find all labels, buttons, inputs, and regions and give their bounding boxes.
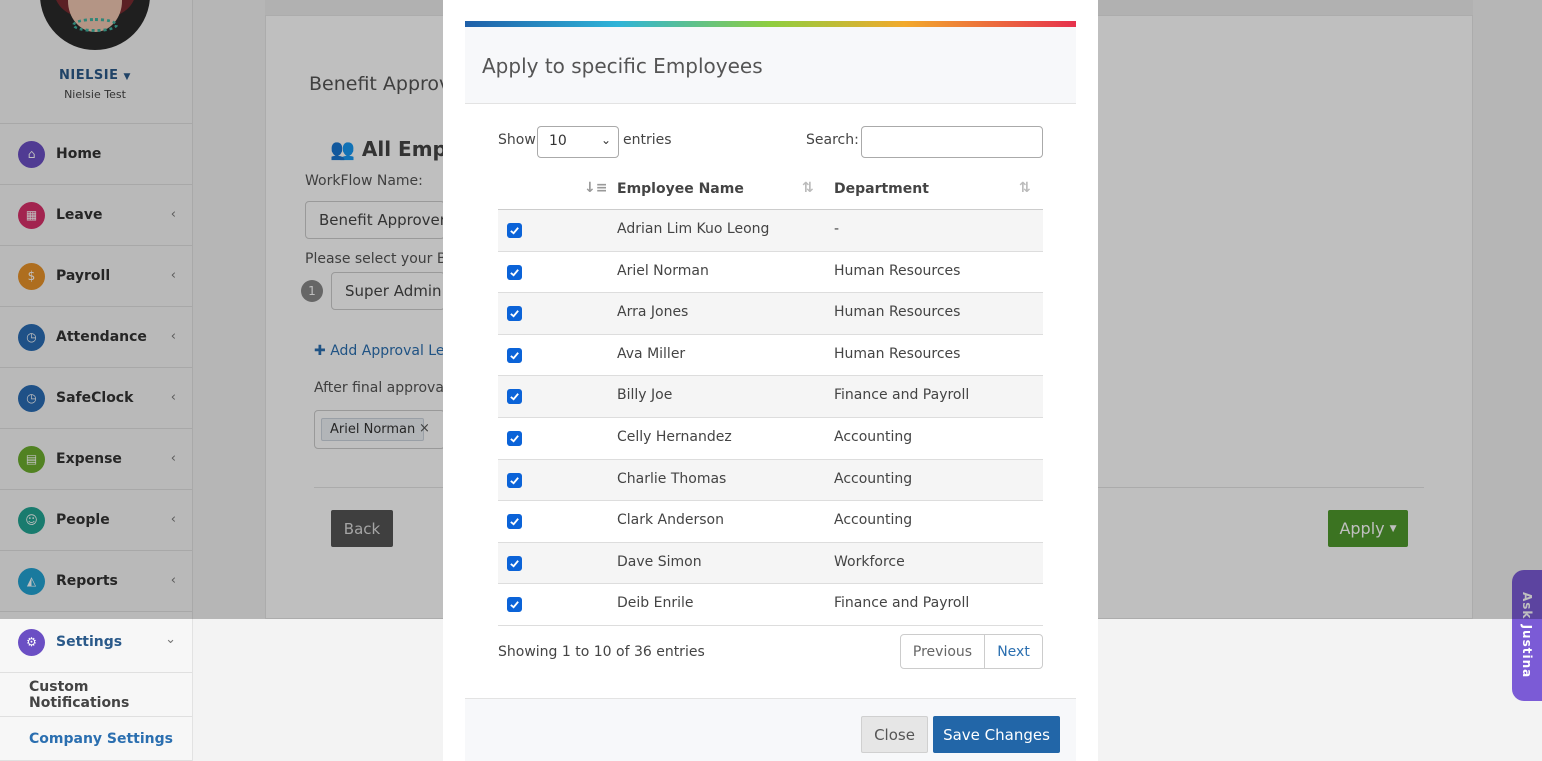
table-row[interactable]: Arra Jones Human Resources (498, 293, 1043, 335)
sidebar-item-settings[interactable]: ⚙ Settings ⌄ (0, 612, 192, 673)
department-cell: Human Resources (834, 262, 961, 279)
checkmark-icon (510, 559, 519, 568)
sidebar-subitem-custom-notifications[interactable]: Custom Notifications (0, 673, 192, 717)
row-checkbox[interactable] (507, 389, 522, 405)
entries-label: entries (623, 132, 672, 148)
pagination: Previous Next (900, 634, 1043, 669)
employee-name-cell: Clark Anderson (617, 512, 724, 529)
department-cell: Human Resources (834, 304, 961, 321)
sidebar-item-label: Settings (56, 634, 123, 650)
next-page-button[interactable]: Next (985, 635, 1042, 668)
row-checkbox[interactable] (507, 223, 522, 238)
table-row[interactable]: Ariel Norman Human Resources (498, 252, 1043, 294)
sort-asc-icon[interactable]: ↓≡ (584, 180, 607, 196)
employee-name-cell: Charlie Thomas (617, 470, 727, 487)
table-row[interactable]: Celly Hernandez Accounting (498, 418, 1043, 460)
row-checkbox[interactable] (507, 514, 522, 530)
previous-page-button[interactable]: Previous (901, 635, 985, 668)
column-header-employee-name[interactable]: Employee Name (617, 181, 744, 197)
column-header-department[interactable]: Department (834, 181, 929, 197)
modal-footer: Close Save Changes (465, 698, 1076, 761)
employee-name-cell: Celly Hernandez (617, 428, 732, 445)
table-row[interactable]: Deib Enrile Finance and Payroll (498, 584, 1043, 626)
row-checkbox[interactable] (507, 306, 522, 322)
department-cell: Finance and Payroll (834, 595, 970, 612)
close-button[interactable]: Close (861, 716, 928, 753)
sidebar-subitem-company-settings[interactable]: Company Settings (0, 717, 192, 761)
checkmark-icon (510, 227, 519, 235)
row-checkbox[interactable] (507, 555, 522, 571)
table-row[interactable]: Ava Miller Human Resources (498, 335, 1043, 377)
employee-name-cell: Dave Simon (617, 553, 702, 570)
row-checkbox[interactable] (507, 430, 522, 446)
table-header: ↓≡ Employee Name ⇅ Department ⇅ (498, 170, 1043, 210)
table-row[interactable]: Charlie Thomas Accounting (498, 459, 1043, 502)
chevron-down-icon: ⌄ (600, 133, 611, 147)
table-row[interactable]: Adrian Lim Kuo Leong - (498, 210, 1043, 252)
checkmark-icon (510, 601, 519, 609)
table-row[interactable]: Dave Simon Workforce (498, 542, 1043, 585)
employee-name-cell: Ariel Norman (617, 262, 709, 279)
search-input[interactable] (861, 126, 1043, 158)
employee-name-cell: Adrian Lim Kuo Leong (617, 221, 770, 237)
department-cell: Human Resources (834, 345, 961, 362)
entries-select[interactable]: 10 ⌄ (537, 126, 619, 158)
employee-name-cell: Arra Jones (617, 304, 689, 321)
department-cell: Workforce (834, 553, 905, 570)
department-cell: Accounting (834, 470, 913, 487)
row-checkbox[interactable] (507, 472, 522, 488)
employee-table: ↓≡ Employee Name ⇅ Department ⇅ Adrian L… (498, 170, 1043, 626)
chevron-down-icon: ⌄ (165, 632, 176, 647)
search-label: Search: (806, 132, 859, 148)
modal-title: Apply to specific Employees (482, 54, 763, 78)
department-cell: Accounting (834, 428, 913, 445)
checkmark-icon (510, 476, 519, 485)
checkmark-icon (510, 268, 519, 277)
show-label: Show (498, 132, 536, 148)
table-row[interactable]: Billy Joe Finance and Payroll (498, 376, 1043, 418)
modal-header: Apply to specific Employees (465, 27, 1076, 104)
checkmark-icon (510, 518, 519, 526)
row-checkbox[interactable] (507, 597, 522, 613)
checkmark-icon (510, 351, 519, 360)
department-cell: Finance and Payroll (834, 387, 970, 404)
department-cell: - (834, 221, 840, 237)
row-checkbox[interactable] (507, 347, 522, 363)
table-row[interactable]: Clark Anderson Accounting (498, 501, 1043, 543)
department-cell: Accounting (834, 512, 913, 529)
save-changes-button[interactable]: Save Changes (933, 716, 1060, 753)
employee-name-cell: Billy Joe (617, 387, 673, 404)
checkmark-icon (510, 310, 519, 318)
checkmark-icon (510, 393, 519, 401)
employee-name-cell: Deib Enrile (617, 595, 694, 612)
sort-icon[interactable]: ⇅ (802, 180, 814, 196)
gear-icon: ⚙ (18, 628, 45, 656)
pagination-info: Showing 1 to 10 of 36 entries (498, 644, 705, 660)
apply-employees-modal: Apply to specific Employees Show 10 ⌄ en… (443, 0, 1098, 761)
checkmark-icon (510, 435, 519, 443)
employee-name-cell: Ava Miller (617, 345, 686, 362)
sort-icon[interactable]: ⇅ (1019, 180, 1031, 196)
row-checkbox[interactable] (507, 264, 522, 280)
